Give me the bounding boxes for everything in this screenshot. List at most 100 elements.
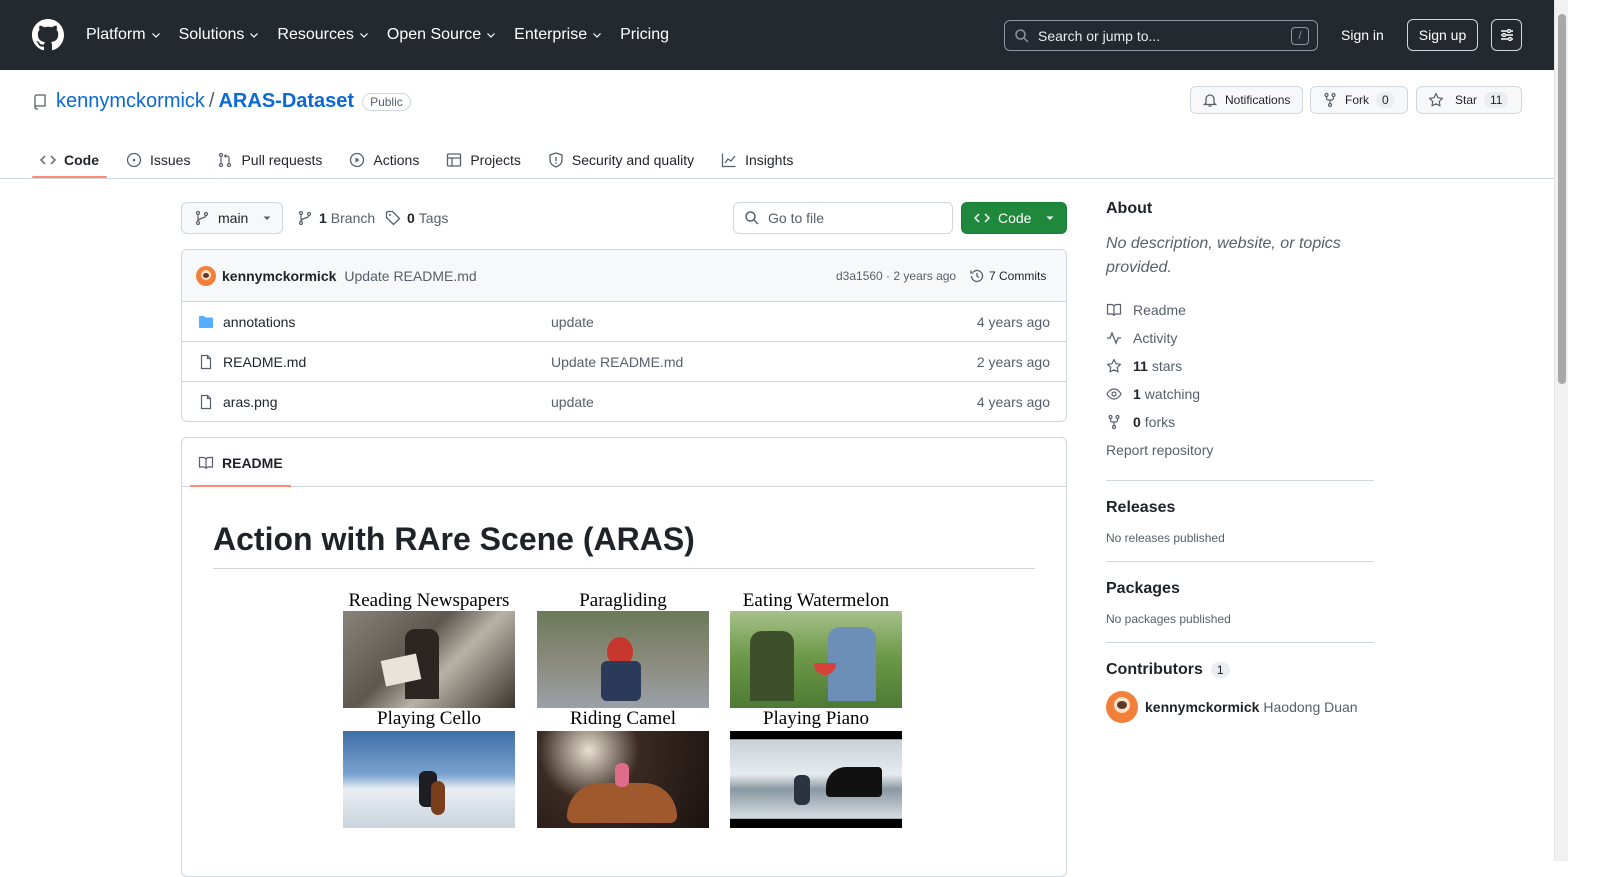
about-heading: About: [1106, 200, 1153, 217]
readme-tab[interactable]: README: [190, 438, 291, 487]
stars-link[interactable]: 11 stars: [1106, 352, 1374, 380]
fork-label: Fork: [1345, 93, 1369, 107]
tab-label: Insights: [745, 151, 794, 168]
tab-security[interactable]: Security and quality: [540, 141, 702, 178]
table-icon: [447, 152, 462, 167]
tag-label: Tags: [418, 210, 449, 226]
table-row[interactable]: README.md Update README.md 2 years ago: [182, 342, 1066, 382]
nav-resources[interactable]: Resources: [277, 24, 369, 46]
repo-title: kennymckormick / ARAS-Dataset Public: [32, 90, 411, 113]
releases-heading[interactable]: Releases: [1106, 499, 1374, 517]
file-icon: [200, 354, 212, 369]
contributors-count: 1: [1210, 662, 1230, 678]
fork-button[interactable]: Fork 0: [1310, 86, 1408, 114]
tab-pull-requests[interactable]: Pull requests: [209, 141, 330, 178]
contributor-username[interactable]: kennymckormick: [1145, 699, 1259, 715]
star-icon: [1428, 92, 1444, 107]
file-name[interactable]: aras.png: [223, 394, 277, 410]
bell-icon: [1202, 94, 1218, 107]
branch-name: main: [218, 210, 249, 226]
sign-up-button[interactable]: Sign up: [1407, 19, 1478, 51]
file-browser: kennymckormick Update README.md d3a1560 …: [181, 249, 1067, 422]
commit-message[interactable]: Update README.md: [344, 268, 476, 284]
riding-camel-image: [537, 731, 709, 828]
search-input[interactable]: Search or jump to... /: [1004, 20, 1318, 51]
repo-name-link[interactable]: ARAS-Dataset: [218, 90, 354, 113]
contributors-heading[interactable]: Contributors: [1106, 661, 1203, 679]
divider: [1106, 561, 1374, 562]
branch-select[interactable]: main: [181, 202, 283, 234]
tab-projects[interactable]: Projects: [438, 141, 529, 178]
commit-author[interactable]: kennymckormick: [222, 268, 336, 284]
file-age: 4 years ago: [976, 394, 1050, 410]
branches-link[interactable]: 1 Branch: [297, 210, 375, 226]
playing-cello-image: [343, 731, 515, 828]
chevron-down-icon: [359, 33, 368, 38]
notifications-button[interactable]: Notifications: [1190, 86, 1303, 114]
avatar[interactable]: [1106, 691, 1138, 723]
github-logo-icon[interactable]: [32, 19, 64, 51]
code-icon: [40, 155, 56, 164]
activity-label: Activity: [1133, 330, 1178, 346]
tab-actions[interactable]: Actions: [341, 141, 427, 178]
nav-pricing[interactable]: Pricing: [620, 24, 669, 46]
pull-request-icon: [219, 152, 232, 167]
table-row[interactable]: annotations update 4 years ago: [182, 302, 1066, 342]
file-name[interactable]: README.md: [223, 354, 306, 370]
table-row[interactable]: aras.png update 4 years ago: [182, 382, 1066, 421]
watchers-link[interactable]: 1 watching: [1106, 380, 1374, 408]
tab-issues[interactable]: Issues: [118, 141, 198, 178]
go-to-file-placeholder: Go to file: [768, 210, 825, 226]
report-repository-link[interactable]: Report repository: [1106, 436, 1374, 464]
divider: [1106, 480, 1374, 481]
file-name[interactable]: annotations: [223, 314, 295, 330]
nav-platform[interactable]: Platform: [86, 24, 162, 46]
avatar[interactable]: [196, 265, 216, 286]
search-placeholder: Search or jump to...: [1038, 27, 1161, 44]
file-commit-message[interactable]: Update README.md: [551, 354, 683, 370]
chevron-down-icon: [151, 33, 160, 38]
packages-heading[interactable]: Packages: [1106, 580, 1374, 598]
code-dropdown-button[interactable]: Code: [961, 202, 1067, 234]
repo-owner-link[interactable]: kennymckormick: [56, 90, 205, 113]
issue-icon: [126, 152, 142, 167]
slash-key-hint: /: [1291, 27, 1309, 45]
pulse-icon: [1107, 331, 1121, 345]
sign-in-link[interactable]: Sign in: [1341, 27, 1384, 43]
report-label: Report repository: [1106, 442, 1214, 458]
file-age: 2 years ago: [976, 353, 1050, 370]
tag-count: 0: [407, 210, 415, 226]
contributor-item[interactable]: kennymckormick Haodong Duan: [1106, 691, 1374, 723]
tab-insights[interactable]: Insights: [713, 141, 801, 178]
readme-header: README: [182, 438, 1066, 487]
readme-panel: README Action with RAre Scene (ARAS) Rea…: [181, 437, 1067, 877]
commits-link[interactable]: 7 Commits: [969, 268, 1046, 284]
file-commit-message[interactable]: update: [551, 394, 594, 410]
star-label: Star: [1455, 93, 1478, 107]
scrollbar[interactable]: [1554, 0, 1568, 861]
nav-open-source[interactable]: Open Source: [387, 24, 497, 46]
star-button[interactable]: Star 11: [1416, 86, 1522, 114]
tab-code[interactable]: Code: [32, 141, 107, 178]
visibility-badge: Public: [362, 92, 411, 111]
figure-caption: Paragliding: [579, 590, 667, 611]
menu-button[interactable]: [1491, 19, 1522, 51]
nav-enterprise[interactable]: Enterprise: [514, 24, 603, 46]
about-description: No description, website, or topics provi…: [1106, 235, 1341, 276]
file-commit-message[interactable]: update: [551, 314, 594, 330]
reading-newspapers-image: [343, 611, 515, 708]
go-to-file-input[interactable]: Go to file: [733, 202, 953, 234]
tags-link[interactable]: 0 Tags: [385, 210, 448, 226]
activity-link[interactable]: Activity: [1106, 324, 1374, 352]
commit-meta[interactable]: d3a1560 · 2 years ago: [836, 269, 956, 283]
scrollbar-thumb[interactable]: [1558, 14, 1566, 384]
figure-caption: Playing Cello: [377, 708, 481, 729]
chevron-down-icon: [593, 33, 602, 38]
readme-link[interactable]: Readme: [1106, 296, 1374, 324]
code-button-label: Code: [998, 210, 1032, 226]
play-icon: [350, 152, 365, 167]
nav-solutions[interactable]: Solutions: [179, 24, 261, 46]
forks-link[interactable]: 0 forks: [1106, 408, 1374, 436]
triangle-down-icon: [1046, 216, 1054, 220]
tag-icon: [385, 210, 401, 226]
